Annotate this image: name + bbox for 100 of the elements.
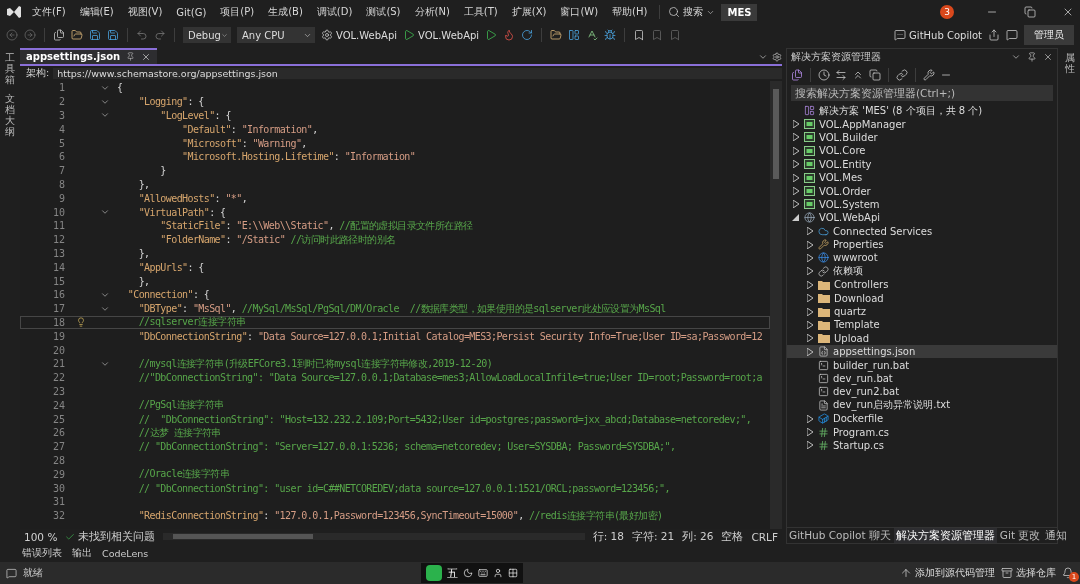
account-button[interactable]: 管理员 — [1024, 25, 1074, 45]
undo-icon[interactable] — [136, 29, 148, 41]
flame-icon[interactable] — [503, 29, 516, 41]
editor-tab[interactable]: appsettings.json — [20, 47, 158, 64]
run-button[interactable]: VOL.WebApi — [403, 29, 480, 41]
notification-badge[interactable]: 3 — [940, 5, 954, 19]
repository-button[interactable]: 选择仓库 — [1001, 566, 1056, 580]
play-icon[interactable] — [403, 29, 416, 41]
tree-item[interactable]: dev_run启动异常说明.txt — [787, 398, 1057, 412]
redo-icon[interactable] — [154, 29, 166, 41]
menu-item[interactable]: 项目(P) — [216, 3, 259, 21]
tree-item[interactable]: Template — [787, 318, 1057, 332]
menu-item[interactable]: 调试(D) — [312, 3, 357, 21]
vertical-scrollbar[interactable] — [770, 81, 782, 529]
side-tab[interactable]: 文档大纲 — [5, 93, 15, 137]
settings-icon[interactable] — [772, 52, 782, 62]
bug-icon[interactable] — [604, 29, 617, 41]
menu-item[interactable]: 生成(B) — [264, 3, 307, 21]
history-icon[interactable] — [818, 69, 830, 81]
menu-item[interactable]: 工具(T) — [459, 3, 502, 21]
menu-item[interactable]: 文件(F) — [28, 3, 70, 21]
share-icon[interactable] — [988, 29, 1000, 41]
configuration-dropdown[interactable]: Debug — [183, 27, 231, 43]
side-tab[interactable]: 属性 — [1065, 52, 1075, 74]
line-ending[interactable]: CRLF — [751, 530, 782, 543]
tree-item[interactable]: Properties — [787, 237, 1057, 252]
grid-icon[interactable] — [507, 568, 518, 578]
user-icon[interactable] — [492, 568, 503, 578]
startup-project-dropdown[interactable]: VOL.WebApi — [321, 29, 398, 41]
menu-item[interactable]: 视图(V) — [123, 3, 167, 21]
tree-item[interactable]: Download — [787, 291, 1057, 305]
search-icon[interactable] — [668, 6, 681, 18]
arrow-up-icon[interactable] — [900, 567, 912, 579]
copilot-button[interactable]: GitHub Copilot — [894, 29, 982, 41]
tree-item[interactable]: dev_run2.bat — [787, 385, 1057, 399]
spell-check-icon[interactable] — [586, 29, 599, 41]
close-icon[interactable] — [141, 51, 152, 62]
open-folder-icon[interactable] — [71, 29, 83, 41]
tree-item[interactable]: Dockerfile — [787, 412, 1057, 426]
sync-icon[interactable] — [835, 69, 847, 81]
tree-item[interactable]: VOL.WebApi — [787, 211, 1057, 225]
panel-tab[interactable]: 通知 — [1043, 528, 1070, 543]
menu-item[interactable]: 窗口(W) — [556, 3, 603, 21]
menu-item[interactable]: 编辑(E) — [75, 3, 118, 21]
search-field[interactable]: 搜索解决方案资源管理器(Ctrl+;) — [791, 85, 1053, 101]
menu-item[interactable]: Git(G) — [172, 4, 211, 20]
tree-item[interactable]: 依赖项 — [787, 264, 1057, 279]
schema-url-field[interactable]: https://www.schemastore.org/appsettings.json — [53, 67, 782, 79]
pin-icon[interactable] — [126, 52, 136, 61]
search-button[interactable]: 搜索 — [668, 5, 716, 19]
tool-window-tab[interactable]: 错误列表 — [22, 546, 62, 560]
bell-icon[interactable] — [1062, 567, 1074, 579]
menu-item[interactable]: 分析(N) — [410, 3, 454, 21]
menu-item[interactable]: 测试(S) — [362, 3, 405, 21]
tree-item[interactable]: Controllers — [787, 278, 1057, 292]
horizontal-scrollbar[interactable] — [163, 533, 585, 540]
indent-mode[interactable]: 空格 — [721, 529, 744, 544]
tree-item[interactable]: quartz — [787, 304, 1057, 319]
source-control-button[interactable]: 添加到源代码管理 — [900, 566, 995, 580]
panel-tab[interactable]: GitHub Copilot 聊天 — [787, 528, 893, 543]
tree-item[interactable]: VOL.System — [787, 197, 1057, 212]
tool-window-tab[interactable]: CodeLens — [102, 547, 149, 559]
tree-item[interactable]: VOL.Mes — [787, 170, 1057, 185]
tree-item[interactable]: VOL.AppManager — [787, 117, 1057, 131]
tree-item[interactable]: Connected Services — [787, 224, 1057, 238]
lightbulb-icon[interactable] — [76, 317, 86, 328]
panel-tab[interactable]: 解决方案资源管理器 — [893, 528, 997, 543]
repository-icon[interactable] — [1001, 567, 1013, 579]
bookmark-icon[interactable] — [633, 29, 646, 41]
tree-item[interactable]: Startup.cs — [787, 438, 1057, 453]
tree-item[interactable]: VOL.Order — [787, 184, 1057, 198]
pin-icon[interactable] — [1027, 52, 1037, 62]
side-tab[interactable]: 工具箱 — [5, 52, 15, 85]
save-all-icon[interactable] — [107, 29, 119, 41]
keyboard-icon[interactable] — [477, 568, 488, 578]
save-icon[interactable] — [89, 29, 101, 41]
tree-item[interactable]: builder_run.bat — [787, 358, 1057, 372]
refresh-icon[interactable] — [521, 29, 534, 41]
close-icon[interactable] — [1062, 6, 1074, 18]
tree-item[interactable]: Program.cs — [787, 425, 1057, 439]
gear-icon[interactable] — [321, 29, 333, 41]
platform-dropdown[interactable]: Any CPU — [237, 27, 315, 43]
window-icon[interactable] — [568, 29, 581, 41]
zoom-level[interactable]: 100 % — [24, 530, 58, 543]
tree-item[interactable]: 解决方案 'MES' (8 个项目，共 8 个) — [787, 104, 1057, 118]
tree-item[interactable]: dev_run.bat — [787, 371, 1057, 386]
tree-item[interactable]: appsettings.json — [787, 345, 1057, 359]
ime-toolbar[interactable]: 五 — [420, 563, 523, 583]
panel-tab[interactable]: Git 更改 — [997, 528, 1043, 543]
menu-item[interactable]: 扩展(X) — [507, 3, 551, 21]
tree-item[interactable]: wwwroot — [787, 251, 1057, 265]
moon-icon[interactable] — [462, 568, 473, 578]
tree-item[interactable]: VOL.Builder — [787, 130, 1057, 145]
menu-item[interactable]: 帮助(H) — [608, 3, 652, 21]
tree-item[interactable]: VOL.Entity — [787, 157, 1057, 171]
tree-item[interactable]: VOL.Core — [787, 144, 1057, 158]
tree-item[interactable]: Upload — [787, 331, 1057, 346]
restore-icon[interactable] — [1024, 6, 1036, 18]
close-icon[interactable] — [1043, 52, 1053, 62]
properties-icon[interactable] — [923, 69, 935, 81]
